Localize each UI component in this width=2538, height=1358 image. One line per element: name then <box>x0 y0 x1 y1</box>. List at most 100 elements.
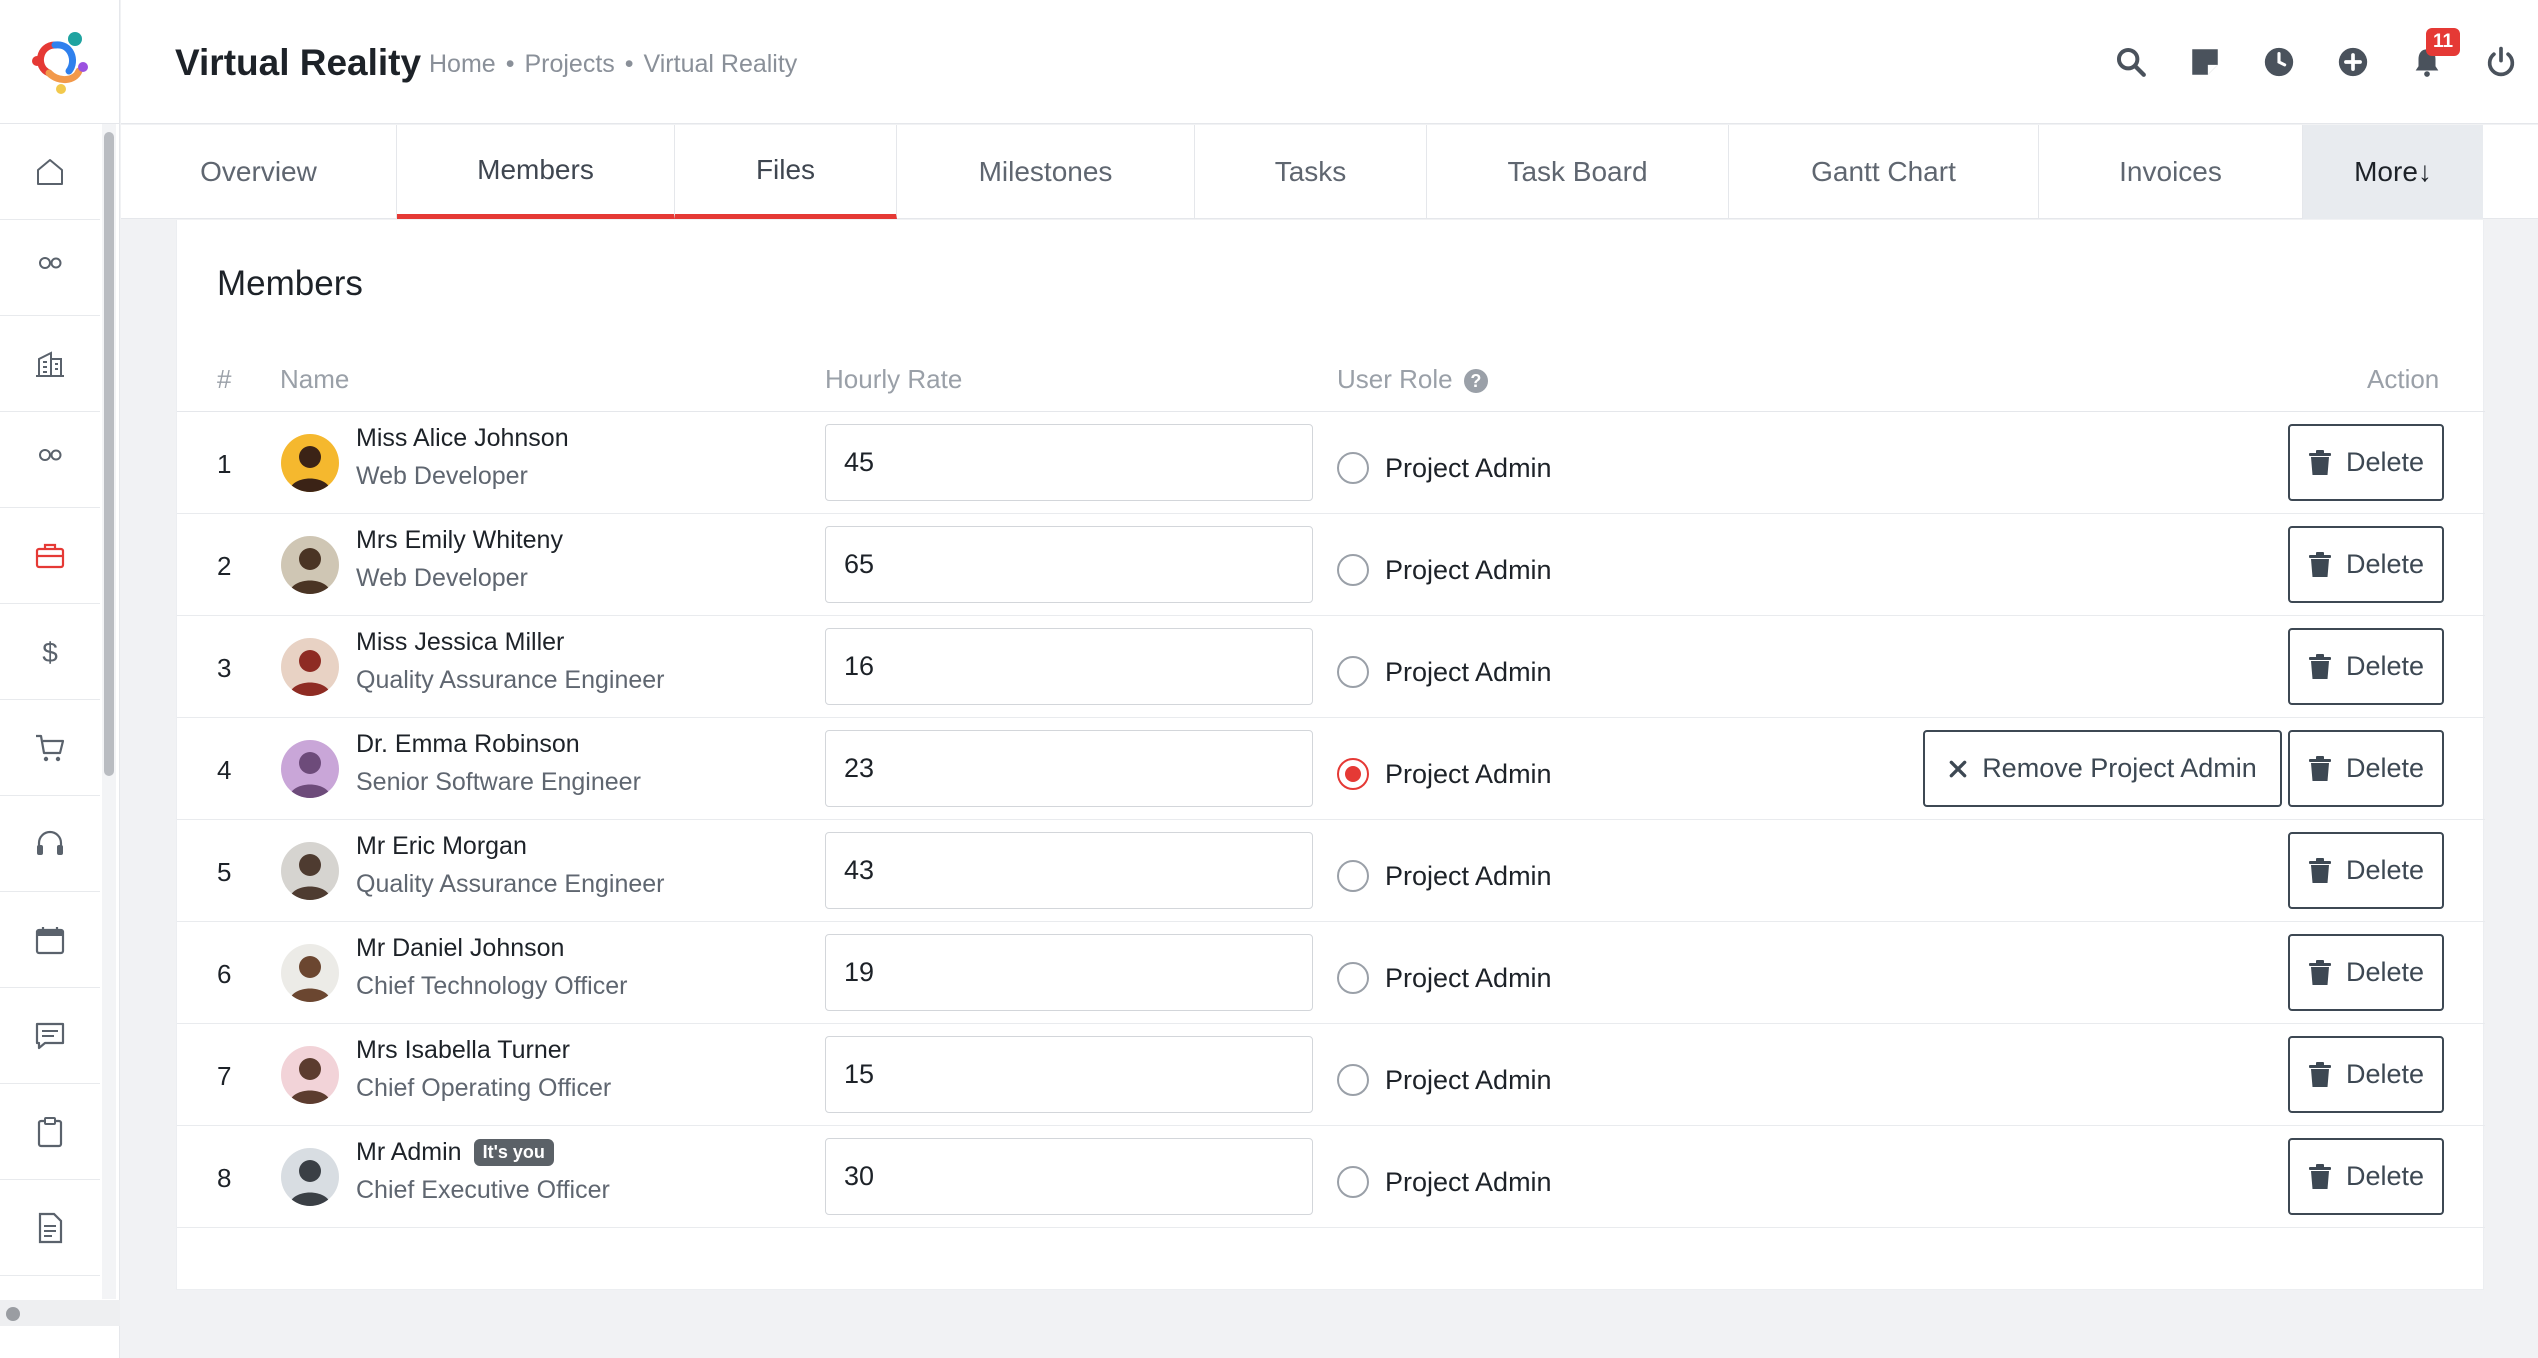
member-name-text[interactable]: Miss Jessica Miller <box>356 628 564 657</box>
hourly-rate-input[interactable] <box>825 730 1313 807</box>
hourly-rate-input[interactable] <box>825 1138 1313 1215</box>
sticky-note-button[interactable] <box>2168 36 2242 88</box>
radio-button[interactable] <box>1337 656 1369 688</box>
member-name-text[interactable]: Mr Daniel Johnson <box>356 934 564 963</box>
radio-button[interactable] <box>1337 1166 1369 1198</box>
remove-project-admin-button[interactable]: Remove Project Admin <box>1923 730 2282 807</box>
sidebar-item-message[interactable] <box>0 988 100 1084</box>
hourly-rate-input[interactable] <box>825 526 1313 603</box>
radio-button[interactable] <box>1337 1064 1369 1096</box>
member-name[interactable]: Miss Jessica Miller <box>356 628 564 657</box>
member-name[interactable]: Mr Eric Morgan <box>356 832 527 861</box>
sidebar-item-cart[interactable] <box>0 700 100 796</box>
member-name[interactable]: Miss Alice Johnson <box>356 424 569 453</box>
hourly-rate-input[interactable] <box>825 628 1313 705</box>
member-name-text[interactable]: Miss Alice Johnson <box>356 424 569 453</box>
row-number: 6 <box>217 959 232 989</box>
member-name-text[interactable]: Mrs Isabella Turner <box>356 1036 570 1065</box>
delete-button[interactable]: Delete <box>2288 730 2444 807</box>
timer-button[interactable] <box>2242 36 2316 88</box>
sidebar-horizontal-scrollbar[interactable] <box>0 1300 120 1326</box>
member-name[interactable]: Mr Admin It's you <box>356 1138 554 1167</box>
member-designation: Senior Software Engineer <box>356 768 641 796</box>
sidebar-item-briefcase[interactable] <box>0 508 100 604</box>
trash-icon <box>2308 551 2331 577</box>
table-row: 5 Mr Eric Morgan Quality Assurance Enginee… <box>177 820 2485 922</box>
member-name[interactable]: Mr Daniel Johnson <box>356 934 564 963</box>
quick-add-button[interactable] <box>2316 36 2390 88</box>
tab-more[interactable]: More↓ <box>2303 125 2483 219</box>
member-name-text[interactable]: Mrs Emily Whiteny <box>356 526 563 555</box>
tab-files[interactable]: Files <box>675 125 897 219</box>
tab-overview[interactable]: Overview <box>121 125 397 219</box>
scrollbar-handle[interactable] <box>6 1307 20 1321</box>
table-row: 7 Mrs Isabella Turner Chief Operating Offi… <box>177 1024 2485 1126</box>
dollar-icon: $ <box>42 637 58 668</box>
sidebar-item-home[interactable] <box>0 124 100 220</box>
sidebar-item-dollar[interactable]: $ <box>0 604 100 700</box>
member-name-text[interactable]: Mr Eric Morgan <box>356 832 527 861</box>
project-admin-radio[interactable]: Project Admin <box>1337 962 1552 994</box>
tab-tasks[interactable]: Tasks <box>1195 125 1427 219</box>
help-icon[interactable]: ? <box>1463 369 1488 394</box>
member-name[interactable]: Mrs Emily Whiteny <box>356 526 563 555</box>
radio-button[interactable] <box>1337 860 1369 892</box>
search-button[interactable] <box>2094 36 2168 88</box>
radio-button[interactable] <box>1337 452 1369 484</box>
page-title: Virtual Reality <box>175 42 422 83</box>
delete-button[interactable]: Delete <box>2288 1036 2444 1113</box>
notifications-button[interactable]: 11 <box>2390 28 2464 88</box>
trash-icon <box>2308 449 2331 475</box>
sidebar-item-team[interactable] <box>0 412 100 508</box>
member-name[interactable]: Dr. Emma Robinson <box>356 730 580 759</box>
tab-milestones[interactable]: Milestones <box>897 125 1195 219</box>
project-admin-radio[interactable]: Project Admin <box>1337 656 1552 688</box>
tab-members[interactable]: Members <box>397 125 675 219</box>
sidebar-item-users[interactable] <box>0 220 100 316</box>
table-row: 2 Mrs Emily Whiteny Web Developer Project A… <box>177 514 2485 616</box>
svg-text:$: $ <box>42 637 58 668</box>
scrollbar-thumb[interactable] <box>104 132 114 776</box>
project-admin-radio[interactable]: Project Admin <box>1337 452 1552 484</box>
sidebar-item-building[interactable] <box>0 316 100 412</box>
delete-button[interactable]: Delete <box>2288 628 2444 705</box>
project-admin-radio[interactable]: Project Admin <box>1337 1064 1552 1096</box>
breadcrumb-projects[interactable]: Projects <box>524 50 614 79</box>
sidebar-item-clipboard[interactable] <box>0 1084 100 1180</box>
member-name[interactable]: Mrs Isabella Turner <box>356 1036 570 1065</box>
breadcrumb-separator: • <box>505 50 515 78</box>
hourly-rate-input[interactable] <box>825 832 1313 909</box>
sidebar-nav: $ <box>0 124 100 1276</box>
sidebar-scrollbar[interactable] <box>102 124 116 1299</box>
breadcrumb-home[interactable]: Home <box>429 50 496 79</box>
radio-button[interactable] <box>1337 962 1369 994</box>
delete-button[interactable]: Delete <box>2288 1138 2444 1215</box>
app-logo[interactable] <box>0 0 119 124</box>
project-admin-radio[interactable]: Project Admin <box>1337 1166 1552 1198</box>
hourly-rate-input[interactable] <box>825 1036 1313 1113</box>
tab-gantt-chart[interactable]: Gantt Chart <box>1729 125 2039 219</box>
sidebar-item-calendar[interactable] <box>0 892 100 988</box>
radio-button[interactable] <box>1337 758 1369 790</box>
section-title: Members <box>217 264 363 303</box>
tab-task-board[interactable]: Task Board <box>1427 125 1729 219</box>
column-action: Action <box>2367 364 2440 394</box>
delete-button[interactable]: Delete <box>2288 832 2444 909</box>
hourly-rate-input[interactable] <box>825 934 1313 1011</box>
member-name-text[interactable]: Dr. Emma Robinson <box>356 730 580 759</box>
delete-button[interactable]: Delete <box>2288 526 2444 603</box>
sidebar-item-document[interactable] <box>0 1180 100 1276</box>
tab-invoices[interactable]: Invoices <box>2039 125 2303 219</box>
radio-button[interactable] <box>1337 554 1369 586</box>
avatar <box>281 1046 339 1104</box>
sidebar-item-headset[interactable] <box>0 796 100 892</box>
member-name-text[interactable]: Mr Admin <box>356 1138 462 1167</box>
delete-button[interactable]: Delete <box>2288 424 2444 501</box>
hourly-rate-input[interactable] <box>825 424 1313 501</box>
project-admin-radio[interactable]: Project Admin <box>1337 860 1552 892</box>
project-admin-radio[interactable]: Project Admin <box>1337 554 1552 586</box>
project-admin-radio[interactable]: Project Admin <box>1337 758 1552 790</box>
delete-button[interactable]: Delete <box>2288 934 2444 1011</box>
delete-label: Delete <box>2345 753 2425 783</box>
logout-button[interactable] <box>2464 36 2538 88</box>
